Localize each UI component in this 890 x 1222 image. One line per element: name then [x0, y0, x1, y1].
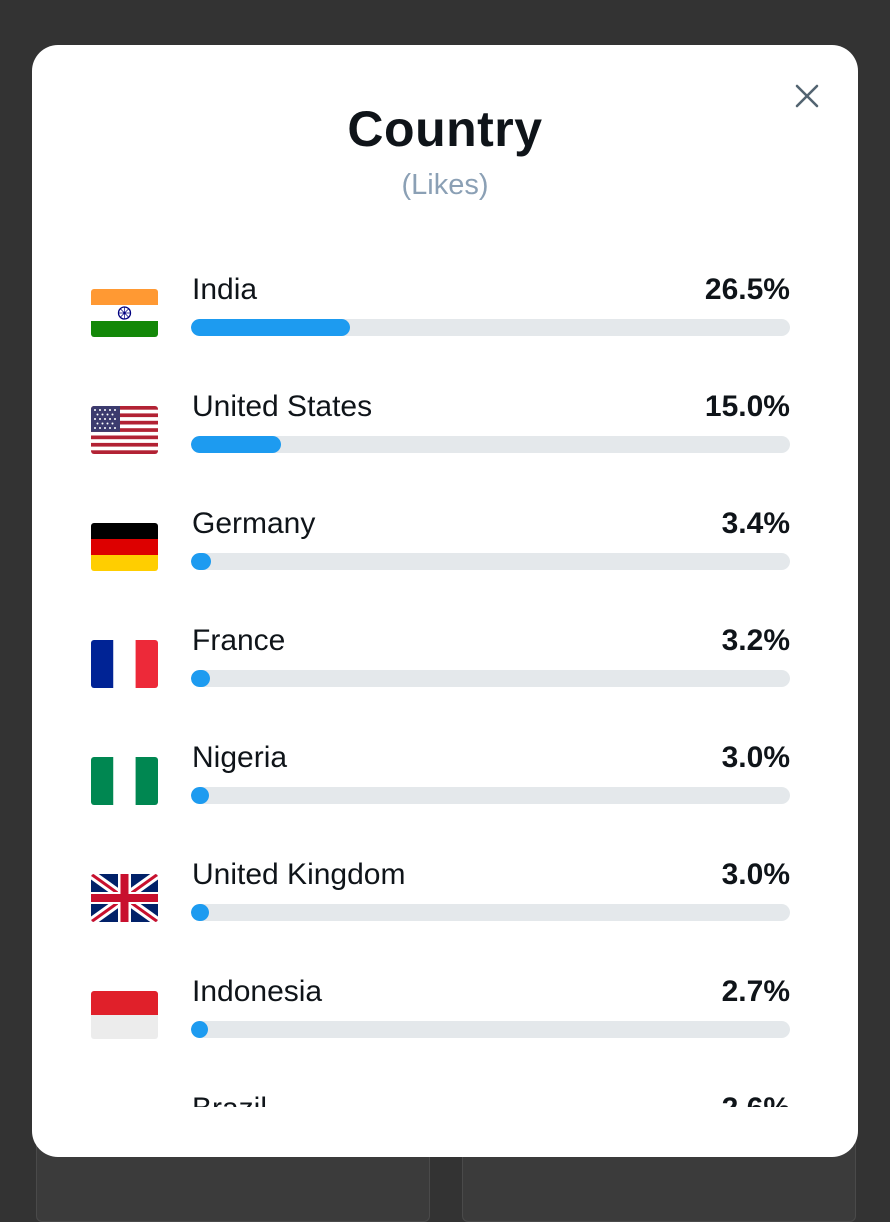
country-percent: 2.7% — [721, 975, 790, 1008]
progress-fill — [191, 1021, 208, 1038]
progress-fill — [191, 319, 350, 336]
germany-flag-icon — [91, 523, 158, 571]
country-percent: 26.5% — [704, 273, 790, 306]
country-row: France 3.2% — [32, 616, 858, 733]
country-likes-modal: Country (Likes) India 26.5% United State… — [32, 45, 858, 1157]
united-states-flag-icon — [91, 406, 158, 454]
united-kingdom-flag-icon — [91, 874, 158, 922]
country-percent: 2.6% — [722, 1092, 790, 1107]
country-name: India — [192, 273, 258, 306]
indonesia-flag-icon — [91, 991, 158, 1039]
progress-track — [191, 436, 790, 453]
progress-fill — [191, 670, 211, 687]
country-row: Nigeria 3.0% — [32, 733, 858, 850]
country-name: Brazil — [192, 1092, 267, 1107]
progress-fill — [191, 787, 209, 804]
progress-track — [191, 670, 790, 687]
country-row: United Kingdom 3.0% — [32, 850, 858, 967]
country-row: Germany 3.4% — [32, 499, 858, 616]
india-flag-icon — [91, 289, 158, 337]
progress-track — [191, 904, 790, 921]
country-name: Indonesia — [192, 975, 323, 1008]
country-name: United States — [192, 390, 373, 423]
france-flag-icon — [91, 640, 158, 688]
progress-fill — [191, 436, 281, 453]
country-row: United States 15.0% — [32, 382, 858, 499]
country-name: Nigeria — [192, 741, 288, 774]
progress-track — [191, 553, 790, 570]
country-row: Brazil 2.6% — [32, 1084, 858, 1107]
modal-title: Country — [347, 101, 543, 157]
country-name: United Kingdom — [192, 858, 406, 891]
country-row: India 26.5% — [32, 265, 858, 382]
progress-track — [191, 1021, 790, 1038]
country-percent: 3.0% — [721, 741, 790, 774]
progress-track — [191, 319, 790, 336]
nigeria-flag-icon — [91, 757, 158, 805]
progress-fill — [191, 904, 209, 921]
country-name: France — [192, 624, 286, 657]
progress-fill — [191, 553, 212, 570]
country-list[interactable]: India 26.5% United States 15.0% Germany … — [32, 265, 858, 1107]
country-name: Germany — [192, 507, 316, 540]
country-row: Indonesia 2.7% — [32, 967, 858, 1084]
country-percent: 3.2% — [721, 624, 790, 657]
progress-track — [191, 787, 790, 804]
modal-subtitle: (Likes) — [401, 169, 489, 201]
country-percent: 15.0% — [704, 390, 790, 423]
country-percent: 3.0% — [721, 858, 790, 891]
country-percent: 3.4% — [721, 507, 790, 540]
